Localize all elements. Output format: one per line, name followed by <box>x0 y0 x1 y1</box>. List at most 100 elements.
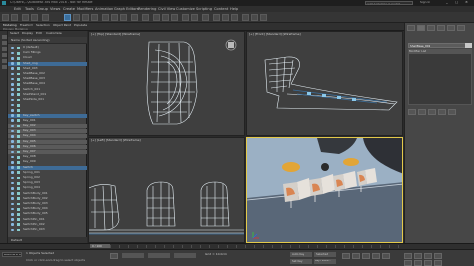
next-frame-icon[interactable] <box>372 253 380 259</box>
lock-selection-icon[interactable] <box>110 253 118 259</box>
visibility-icon[interactable] <box>11 213 14 216</box>
ribbon-tab-selection[interactable]: Selection <box>36 24 50 27</box>
utilities-tab-icon[interactable] <box>457 25 465 31</box>
explorer-row[interactable]: Key_001 <box>8 119 87 123</box>
explorer-row[interactable]: ShellSide_001 <box>8 98 87 102</box>
visibility-icon[interactable] <box>11 161 14 164</box>
visibility-icon[interactable] <box>11 181 14 185</box>
explorer-row[interactable] <box>8 103 87 107</box>
zoom-extents-icon[interactable] <box>424 253 432 259</box>
visibility-icon[interactable] <box>11 124 14 128</box>
explorer-row[interactable]: Key_006 <box>8 144 87 149</box>
menu-tools[interactable]: Tools <box>25 7 34 11</box>
visibility-icon[interactable] <box>11 228 14 232</box>
modifier-stack[interactable] <box>408 53 472 105</box>
z-coordinate-field[interactable] <box>174 253 196 258</box>
column-header-name[interactable]: Name (Sorted Ascending) <box>11 39 50 42</box>
explorer-tab-select[interactable]: Select <box>10 32 19 35</box>
filter-icon[interactable] <box>1 35 7 39</box>
visibility-icon[interactable] <box>11 98 14 102</box>
schematic-view-icon[interactable] <box>222 14 229 21</box>
workspace-dropdown[interactable]: Default <box>11 239 22 242</box>
select-object-icon[interactable] <box>64 14 71 21</box>
menu-edit[interactable]: Edit <box>14 7 21 11</box>
explorer-row[interactable]: SwitchPin_001 <box>8 218 87 222</box>
ribbon-tab-object-paint[interactable]: Object Paint <box>53 24 71 27</box>
explorer-row[interactable]: ShellStand_001 <box>8 93 87 97</box>
menu-rendering[interactable]: Rendering <box>138 7 156 11</box>
maxscript-listener[interactable]: Welcome to M <box>2 252 22 257</box>
visibility-icon[interactable] <box>11 57 14 60</box>
render-setup-icon[interactable] <box>242 14 249 21</box>
explorer-row[interactable]: SwitchPin_002 <box>8 223 87 227</box>
go-to-end-icon[interactable] <box>382 253 390 259</box>
maximize-button[interactable]: □ <box>455 1 458 5</box>
window-crossing-icon[interactable] <box>91 14 98 21</box>
explorer-row[interactable]: Cam fillings <box>8 51 87 55</box>
auto-key-button[interactable]: Auto Key <box>290 252 312 257</box>
explorer-tab-edit[interactable]: Edit <box>36 32 42 35</box>
helpers-filter-icon[interactable] <box>1 65 7 69</box>
explorer-row[interactable]: Key_007 <box>8 150 87 154</box>
visibility-icon[interactable] <box>11 51 14 55</box>
play-icon[interactable] <box>362 253 370 259</box>
menu-group[interactable]: Group <box>37 7 48 11</box>
zoom-all-icon[interactable] <box>414 253 422 259</box>
visibility-icon[interactable] <box>11 202 14 206</box>
explorer-tab-display[interactable]: Display <box>22 32 33 35</box>
explorer-row[interactable] <box>8 108 87 112</box>
viewport-top[interactable]: [+] [Top] [Standard] [Wireframe] <box>88 31 245 136</box>
select-by-name-icon[interactable] <box>73 14 80 21</box>
explorer-column-header[interactable]: Name (Sorted Ascending) <box>8 37 87 44</box>
explorer-row[interactable]: SwitchBody_005 <box>8 212 87 216</box>
field-of-view-icon[interactable] <box>404 260 412 266</box>
visibility-icon[interactable] <box>11 88 14 91</box>
visibility-icon[interactable] <box>11 145 14 148</box>
explorer-row[interactable]: Key_005 <box>8 139 87 144</box>
explorer-row[interactable]: Shell_003 <box>8 67 87 71</box>
visibility-icon[interactable] <box>11 72 14 76</box>
selection-filter-dropdown[interactable] <box>42 14 49 21</box>
explorer-row[interactable]: Spring_003 <box>8 181 87 185</box>
cameras-filter-icon[interactable] <box>1 59 7 63</box>
create-tab-icon[interactable] <box>407 25 415 31</box>
show-end-result-icon[interactable] <box>418 109 426 115</box>
move-icon[interactable] <box>102 14 109 21</box>
make-unique-icon[interactable] <box>428 109 436 115</box>
explorer-row[interactable]: 0 (default) <box>8 46 87 50</box>
explorer-row[interactable]: Spring_004 <box>8 186 87 190</box>
menu-create[interactable]: Create <box>63 7 75 11</box>
visibility-icon[interactable] <box>11 83 14 86</box>
object-color-swatch[interactable] <box>465 43 472 48</box>
explorer-row[interactable]: SwitchBody_001 <box>8 192 87 196</box>
percent-snap-icon[interactable] <box>171 14 178 21</box>
menu-scripting[interactable]: Scripting <box>196 7 212 11</box>
snap-toggle-icon[interactable] <box>153 14 160 21</box>
pan-icon[interactable] <box>414 260 422 266</box>
redo-icon[interactable] <box>11 14 18 21</box>
time-slider[interactable]: 0 / 100 <box>90 244 110 248</box>
ribbon-tab-freeform[interactable]: Freeform <box>20 24 33 27</box>
explorer-row[interactable]: Key_008 <box>8 155 87 159</box>
hierarchy-tab-icon[interactable] <box>427 25 435 31</box>
explorer-row[interactable]: Key_switch <box>8 113 87 118</box>
menu-views[interactable]: Views <box>50 7 60 11</box>
y-coordinate-field[interactable] <box>148 253 170 258</box>
rectangular-selection-icon[interactable] <box>82 14 89 21</box>
motion-tab-icon[interactable] <box>437 25 445 31</box>
remove-modifier-icon[interactable] <box>438 109 446 115</box>
modify-tab-icon[interactable] <box>417 25 425 31</box>
explorer-row[interactable]: SwitchBody_002 <box>8 197 87 201</box>
sign-in-link[interactable]: Sign In <box>420 1 430 4</box>
minimize-button[interactable]: _ <box>446 1 448 5</box>
mirror-icon[interactable] <box>182 14 189 21</box>
explorer-row[interactable]: Key_004 <box>8 134 87 139</box>
explorer-row[interactable]: SwitchBody_004 <box>8 207 87 211</box>
viewport-left[interactable]: [+] [Left] [Standard] [Wireframe] <box>88 137 245 243</box>
visibility-icon[interactable] <box>11 166 14 169</box>
object-name-field[interactable]: ShellBase_002 <box>408 43 472 48</box>
previous-frame-icon[interactable] <box>352 253 360 259</box>
menu-customize[interactable]: Customize <box>176 7 195 11</box>
menu-help[interactable]: Help <box>230 7 238 11</box>
explorer-row[interactable]: ShellBase_004 <box>8 82 87 86</box>
